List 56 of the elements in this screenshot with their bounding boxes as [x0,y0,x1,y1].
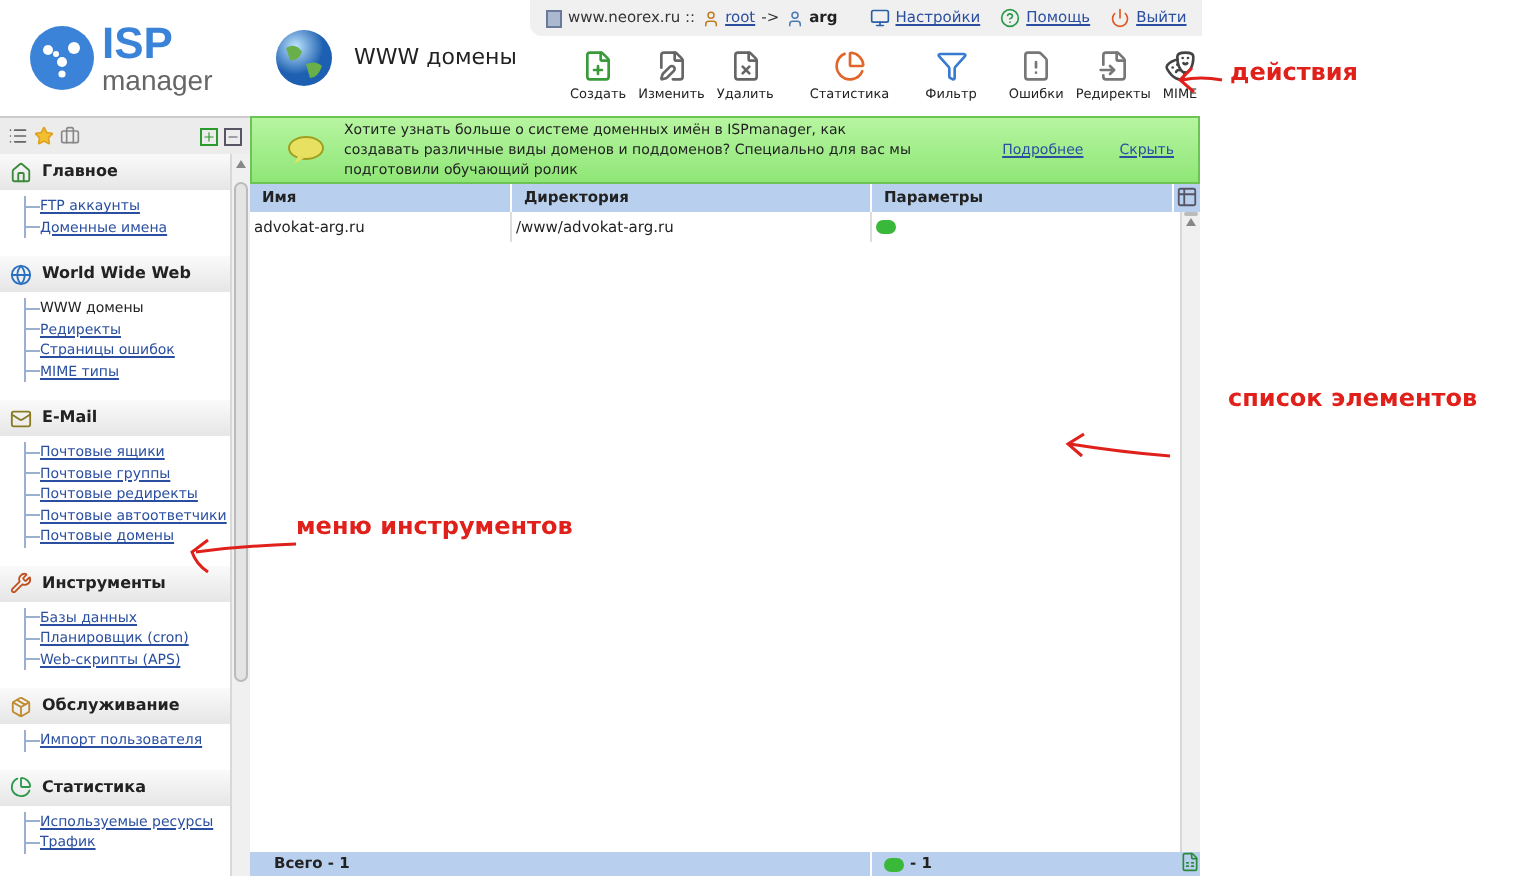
monitor-icon [869,8,890,28]
section-title: Инструменты [42,571,166,595]
status-pill-icon [884,857,904,871]
star-icon[interactable] [34,126,54,146]
section-header[interactable]: Обслуживание [0,688,230,724]
annotation-text: список элементов [1228,382,1478,416]
briefcase-icon[interactable] [60,126,80,146]
scroll-up-icon[interactable] [1186,218,1196,226]
package-icon [10,695,32,717]
section-header[interactable]: Главное [0,154,230,190]
table-settings-icon[interactable] [1176,186,1198,208]
mail-icon [10,407,32,429]
page-title: WWW домены [354,41,517,74]
scroll-up-icon[interactable] [236,160,246,168]
file-plus-icon [582,50,615,83]
expand-icon[interactable] [200,127,218,145]
annotation-arrow [190,538,298,574]
collapse-icon[interactable] [224,127,242,145]
speech-bubble-icon [288,136,324,164]
help-icon [1000,8,1021,28]
section-title: Главное [42,160,118,184]
power-icon [1110,8,1131,28]
status-pill-icon [876,220,896,234]
annotation-arrow [1066,432,1172,458]
section-title: Статистика [42,775,146,799]
pie-chart-icon [833,50,866,83]
masks-icon [1164,50,1197,83]
file-arrow-icon [1097,50,1130,83]
file-edit-icon [655,50,688,83]
pie-chart-icon [10,776,32,798]
annotation-text: действия [1230,56,1359,90]
logo-subtext: manager [102,66,213,94]
export-icon[interactable] [1180,852,1200,872]
section-title: World Wide Web [42,262,191,286]
section-header[interactable]: World Wide Web [0,256,230,292]
scrollbar[interactable] [1180,212,1200,852]
wrench-icon [10,572,32,594]
section-header[interactable]: Инструменты [0,565,230,601]
logo-icon [30,26,94,90]
file-warning-icon [1020,50,1053,83]
scrollbar[interactable] [230,154,250,876]
section-header[interactable]: Статистика [0,769,230,805]
user-icon [785,9,804,27]
annotation-text: меню инструментов [296,510,573,544]
section-header[interactable]: E-Mail [0,400,230,436]
globe-icon [274,28,334,88]
logo-text: ISP [102,22,175,66]
section-title: E-Mail [42,406,98,430]
section-title: Обслуживание [42,694,180,718]
file-delete-icon [729,50,762,83]
user-icon [701,9,720,27]
home-icon [10,161,32,183]
list-icon[interactable] [8,126,28,146]
filter-icon [935,50,967,83]
globe-icon [10,263,32,285]
server-icon [546,9,562,27]
